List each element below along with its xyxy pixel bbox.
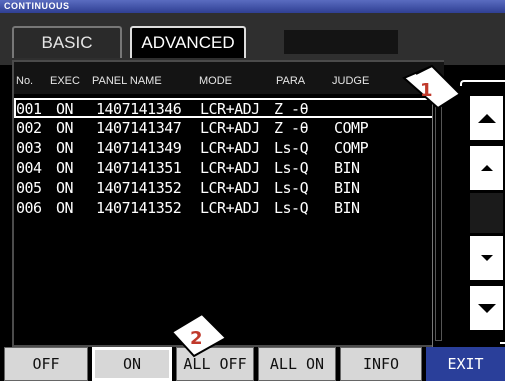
row-para: Z -θ <box>274 119 309 137</box>
row-para: Ls-Q <box>274 159 309 177</box>
list-row[interactable]: 003 ON 1407141349 LCR+ADJ Ls-Q COMP <box>14 139 440 159</box>
page-down-icon <box>477 303 496 313</box>
row-panel-name: 1407141347 <box>96 119 182 137</box>
tab-basic[interactable]: BASIC <box>12 26 122 58</box>
callout-number-1: 1 <box>420 80 433 101</box>
row-mode: LCR+ADJ <box>200 199 260 217</box>
callout-number-2: 2 <box>190 328 203 349</box>
row-no: 003 <box>16 139 42 157</box>
line-down-button[interactable] <box>470 236 503 280</box>
row-judge: BIN <box>334 179 360 197</box>
row-exec: ON <box>56 100 74 118</box>
list-row[interactable]: 001 ON 1407141346 LCR+ADJ Z -θ <box>14 98 440 118</box>
col-panel-name: PANEL NAME <box>92 75 162 87</box>
row-no: 002 <box>16 119 42 137</box>
callout-pointer-2: 2 <box>170 312 228 358</box>
row-mode: LCR+ADJ <box>200 100 260 118</box>
row-exec: ON <box>56 199 74 217</box>
all-on-button[interactable]: ALL ON <box>258 347 336 381</box>
row-para: Ls-Q <box>274 179 309 197</box>
line-down-icon <box>480 255 493 261</box>
row-panel-name: 1407141352 <box>96 199 182 217</box>
row-exec: ON <box>56 159 74 177</box>
row-mode: LCR+ADJ <box>200 179 260 197</box>
row-panel-name: 1407141351 <box>96 159 182 177</box>
list-row[interactable]: 006 ON 1407141352 LCR+ADJ Ls-Q BIN <box>14 199 440 219</box>
page-down-button[interactable] <box>470 286 503 330</box>
scroll-button-column <box>460 86 503 344</box>
row-judge: COMP <box>334 119 369 137</box>
row-judge: BIN <box>334 159 360 177</box>
row-exec: ON <box>56 139 74 157</box>
scrollbar-thumb[interactable] <box>435 95 442 341</box>
row-exec: ON <box>56 179 74 197</box>
col-no: No. <box>16 75 34 87</box>
row-judge: BIN <box>334 199 360 217</box>
page-up-button[interactable] <box>470 96 503 140</box>
row-mode: LCR+ADJ <box>200 139 260 157</box>
row-para: Z -θ <box>274 100 309 118</box>
panel-list: No. EXEC PANEL NAME MODE PARA JUDGE 001 … <box>12 60 444 347</box>
exit-button[interactable]: EXIT <box>426 347 505 381</box>
tab-advanced[interactable]: ADVANCED <box>130 26 246 58</box>
col-judge: JUDGE <box>332 75 370 87</box>
row-para: Ls-Q <box>274 139 309 157</box>
page-up-icon <box>477 113 496 123</box>
list-scrollbar[interactable] <box>432 93 444 347</box>
row-no: 005 <box>16 179 42 197</box>
info-button[interactable]: INFO <box>340 347 422 381</box>
off-button[interactable]: OFF <box>4 347 88 381</box>
list-row[interactable]: 004 ON 1407141351 LCR+ADJ Ls-Q BIN <box>14 159 440 179</box>
continuous-screen: CONTINUOUS BASIC ADVANCED No. EXEC PANEL… <box>0 0 505 381</box>
tab-blank-slot <box>284 30 398 54</box>
on-button[interactable]: ON <box>92 347 172 381</box>
row-no: 006 <box>16 199 42 217</box>
callout-pointer-1: 1 <box>402 64 462 110</box>
bottom-button-bar: OFF ON ALL OFF ALL ON INFO EXIT <box>0 347 505 381</box>
row-mode: LCR+ADJ <box>200 159 260 177</box>
list-row[interactable]: 005 ON 1407141352 LCR+ADJ Ls-Q BIN <box>14 179 440 199</box>
row-no: 004 <box>16 159 42 177</box>
list-header: No. EXEC PANEL NAME MODE PARA JUDGE <box>14 62 444 94</box>
col-mode: MODE <box>199 75 232 87</box>
col-para: PARA <box>276 75 306 87</box>
scroll-position-gap <box>470 193 503 233</box>
list-row[interactable]: 002 ON 1407141347 LCR+ADJ Z -θ COMP <box>14 119 440 139</box>
row-para: Ls-Q <box>274 199 309 217</box>
row-judge: COMP <box>334 139 369 157</box>
line-up-button[interactable] <box>470 146 503 190</box>
row-exec: ON <box>56 119 74 137</box>
row-panel-name: 1407141352 <box>96 179 182 197</box>
window-title: CONTINUOUS <box>0 0 505 13</box>
row-no: 001 <box>16 100 42 118</box>
row-mode: LCR+ADJ <box>200 119 260 137</box>
row-panel-name: 1407141349 <box>96 139 182 157</box>
line-up-icon <box>480 165 493 171</box>
col-exec: EXEC <box>50 75 80 87</box>
row-panel-name: 1407141346 <box>96 100 182 118</box>
